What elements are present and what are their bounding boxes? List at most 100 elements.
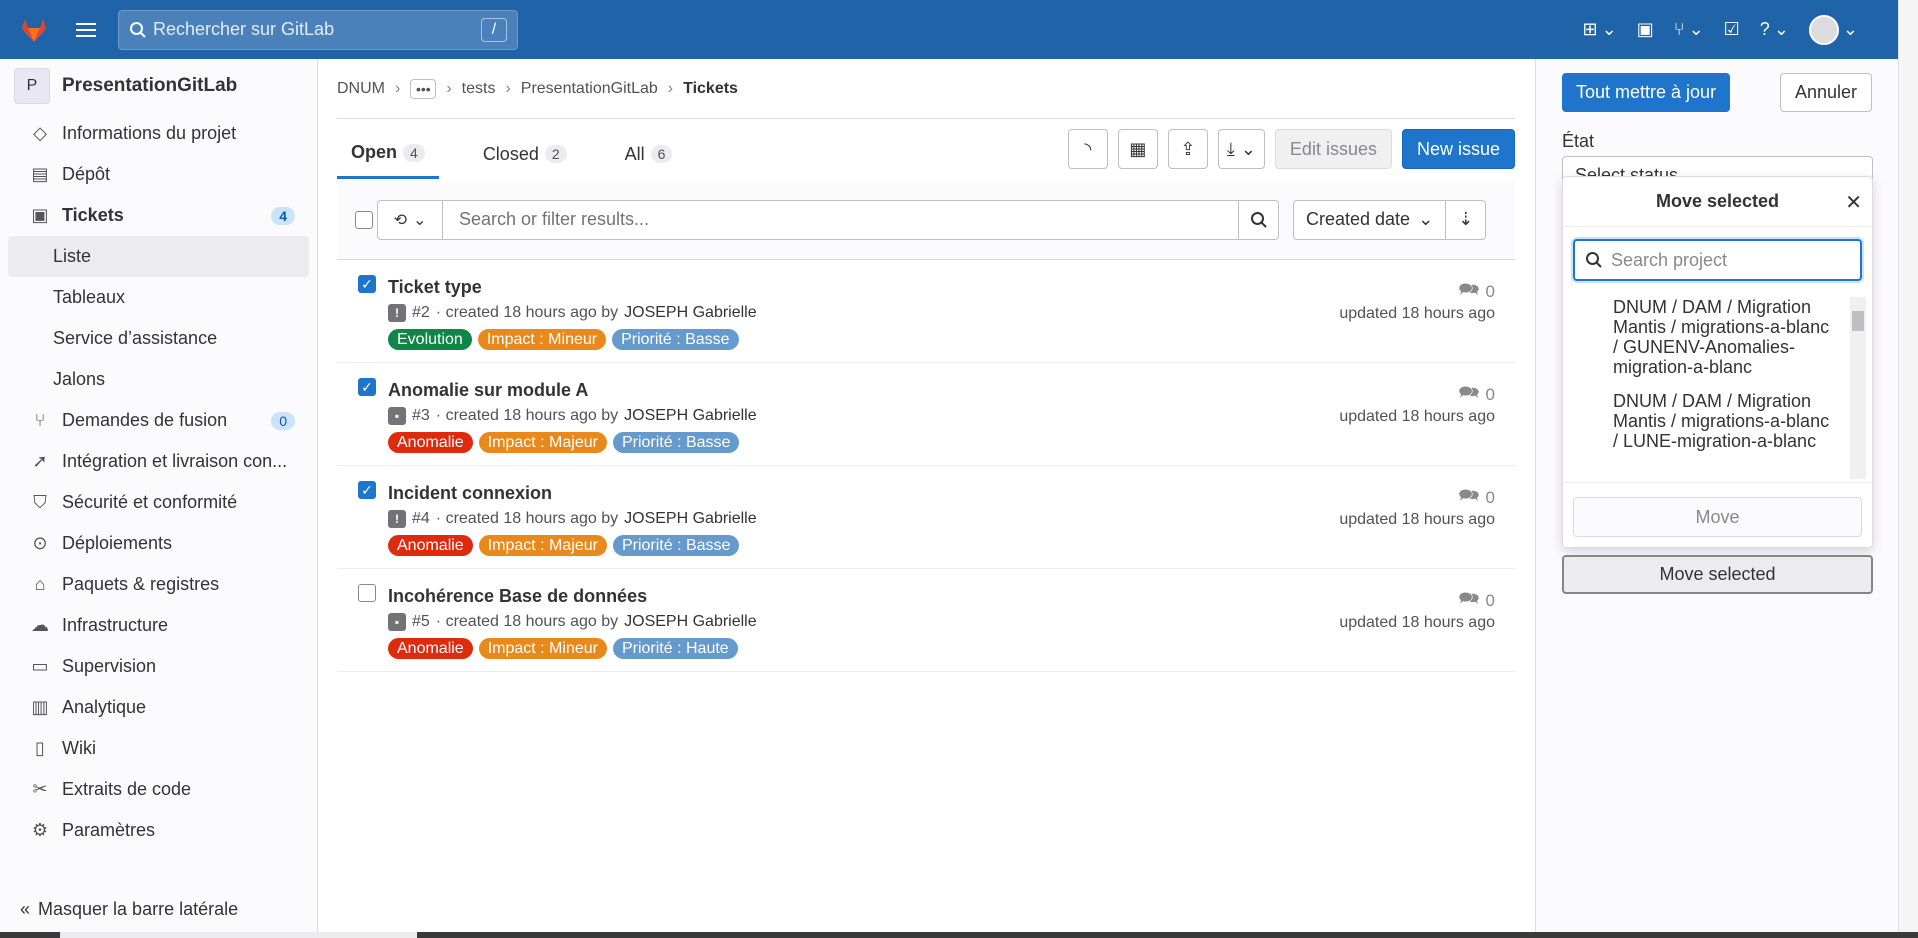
issue-author[interactable]: JOSEPH Gabrielle <box>624 613 757 631</box>
tab-closed[interactable]: Closed 2 <box>469 129 581 179</box>
sidebar-item-snippets[interactable]: ✂ Extraits de code <box>8 769 309 810</box>
gitlab-logo-icon[interactable] <box>20 16 48 44</box>
issue-checkbox[interactable]: ✓ <box>358 378 376 396</box>
issue-comments[interactable]: 🗪 0 <box>1458 586 1495 615</box>
label-badge[interactable]: Priorité : Basse <box>612 329 739 350</box>
project-list-scrollbar[interactable] <box>1850 297 1866 479</box>
recent-searches-button[interactable]: ⟲ ⌄ <box>377 199 443 240</box>
label-badge[interactable]: Impact : Mineur <box>478 638 607 659</box>
project-search-input[interactable]: Search project <box>1573 239 1862 281</box>
tab-all[interactable]: All 6 <box>611 129 687 179</box>
sidebar-item-wiki[interactable]: ▯ Wiki <box>8 728 309 769</box>
breadcrumb-ellipsis-button[interactable]: ••• <box>410 79 437 99</box>
issue-title[interactable]: Incohérence Base de données <box>388 586 647 607</box>
label-badge[interactable]: Anomalie <box>388 638 473 659</box>
sidebar-item-repository[interactable]: ▤ Dépôt <box>8 154 309 195</box>
sidebar-item-milestones[interactable]: Jalons <box>8 359 309 400</box>
issue-comments[interactable]: 🗪 0 <box>1458 277 1495 306</box>
sidebar-item-merge-requests[interactable]: ⑂ Demandes de fusion 0 <box>8 400 309 441</box>
label-badge[interactable]: Impact : Majeur <box>478 535 607 556</box>
project-header[interactable]: P PresentationGitLab <box>0 59 317 113</box>
tab-label: Closed <box>482 143 539 164</box>
export-dropdown-button[interactable]: ⤓ ⌄ <box>1217 129 1265 169</box>
calendar-button[interactable]: ▦ <box>1117 129 1158 169</box>
sidebar-item-monitor[interactable]: ▭ Supervision <box>8 646 309 687</box>
import-button[interactable]: ⇪ <box>1167 129 1208 169</box>
issue-updated: updated 18 hours ago <box>1339 305 1495 322</box>
sidebar-item-label: Demandes de fusion <box>62 410 228 430</box>
list-item[interactable]: DNUM / DAM / Migration Mantis / migratio… <box>1563 293 1872 387</box>
breadcrumb-item[interactable]: DNUM <box>337 80 385 98</box>
select-all-checkbox[interactable] <box>355 211 373 229</box>
issue-author[interactable]: JOSEPH Gabrielle <box>624 304 757 322</box>
sidebar-item-infrastructure[interactable]: ☁ Infrastructure <box>8 605 309 646</box>
label-badge[interactable]: Anomalie <box>388 535 473 556</box>
issue-comments[interactable]: 🗪 0 <box>1458 483 1495 512</box>
merge-requests-count-badge: 0 <box>271 411 295 430</box>
sidebar-item-label: Tableaux <box>53 287 126 307</box>
todos-nav-button[interactable]: ☑ <box>1724 19 1740 40</box>
tab-open[interactable]: Open 4 <box>337 129 439 179</box>
filter-search-button[interactable] <box>1239 199 1279 240</box>
menu-icon[interactable] <box>72 16 100 44</box>
issue-checkbox[interactable]: ✓ <box>358 275 376 293</box>
breadcrumb-current[interactable]: Tickets <box>683 80 738 98</box>
label-badge[interactable]: Priorité : Haute <box>612 638 738 659</box>
label-badge[interactable]: Priorité : Basse <box>612 535 740 556</box>
label-badge[interactable]: Priorité : Basse <box>612 432 740 453</box>
move-selected-button[interactable]: Move selected <box>1562 555 1873 594</box>
update-all-button[interactable]: Tout mettre à jour <box>1562 73 1731 112</box>
issue-title[interactable]: Anomalie sur module A <box>388 380 588 401</box>
edit-issues-button[interactable]: Edit issues <box>1274 129 1392 169</box>
rss-feed-button[interactable]: ◝ <box>1067 129 1108 169</box>
issue-title[interactable]: Incident connexion <box>388 483 552 504</box>
sidebar-item-boards[interactable]: Tableaux <box>8 277 309 318</box>
move-button[interactable]: Move <box>1573 497 1862 537</box>
help-button[interactable]: ? ⌄ <box>1760 19 1789 40</box>
settings-icon: ⚙ <box>31 820 49 840</box>
sidebar-item-security[interactable]: ⛉ Sécurité et conformité <box>8 482 309 523</box>
project-list: DNUM / DAM / Migration Mantis / migratio… <box>1563 293 1872 483</box>
label-badge[interactable]: Impact : Majeur <box>478 432 607 453</box>
issue-title[interactable]: Ticket type <box>388 277 482 298</box>
sidebar-item-settings[interactable]: ⚙ Paramètres <box>8 810 309 851</box>
sort-direction-button[interactable]: ⇣ <box>1446 199 1487 240</box>
calendar-icon: ▦ <box>1129 138 1147 159</box>
close-icon[interactable]: ✕ <box>1845 190 1862 215</box>
user-menu-button[interactable]: ⌄ <box>1808 14 1858 45</box>
page-scrollbar[interactable] <box>1898 0 1918 932</box>
sidebar-item-project-info[interactable]: ◇ Informations du projet <box>8 113 309 154</box>
create-new-button[interactable]: ⊞ ⌄ <box>1583 19 1617 40</box>
issue-author[interactable]: JOSEPH Gabrielle <box>624 407 757 425</box>
sidebar-item-list[interactable]: Liste <box>8 236 309 277</box>
merge-requests-nav-button[interactable]: ⑂ ⌄ <box>1674 19 1704 40</box>
filter-search-input[interactable]: Search or filter results... <box>443 199 1239 240</box>
tab-count-badge: 2 <box>544 145 567 163</box>
sidebar-item-analytics[interactable]: ▥ Analytique <box>8 687 309 728</box>
issue-checkbox[interactable]: ✓ <box>358 481 376 499</box>
sidebar-item-deployments[interactable]: ⊙ Déploiements <box>8 523 309 564</box>
scrollbar-thumb[interactable] <box>1852 311 1864 331</box>
label-badge[interactable]: Anomalie <box>388 432 473 453</box>
sidebar-item-issues[interactable]: ▣ Tickets 4 <box>8 195 309 236</box>
issues-nav-button[interactable]: ▣ <box>1637 19 1654 40</box>
label-badge[interactable]: Impact : Mineur <box>477 329 607 350</box>
main-content: DNUM › ••• › tests › PresentationGitLab … <box>319 59 1535 932</box>
sort-dropdown-button[interactable]: Created date ⌄ <box>1293 199 1447 240</box>
sidebar-item-ci-cd[interactable]: ➚ Intégration et livraison con... <box>8 441 309 482</box>
divider <box>337 118 1515 119</box>
collapse-sidebar-button[interactable]: « Masquer la barre latérale <box>20 899 238 920</box>
breadcrumb-item[interactable]: PresentationGitLab <box>521 80 658 98</box>
list-item[interactable]: DNUM / DAM / Migration Mantis / migratio… <box>1563 387 1872 461</box>
cancel-button[interactable]: Annuler <box>1779 73 1872 112</box>
sidebar-item-service-desk[interactable]: Service d’assistance <box>8 318 309 359</box>
issue-author[interactable]: JOSEPH Gabrielle <box>624 510 757 528</box>
sidebar-item-packages[interactable]: ⌂ Paquets & registres <box>8 564 309 605</box>
global-search-input[interactable]: Rechercher sur GitLab / <box>118 9 518 50</box>
new-issue-button[interactable]: New issue <box>1401 129 1515 169</box>
issue-checkbox[interactable] <box>358 584 376 602</box>
tab-label: Open <box>351 142 398 162</box>
breadcrumb-item[interactable]: tests <box>462 80 496 98</box>
label-badge[interactable]: Evolution <box>388 329 472 350</box>
issue-comments[interactable]: 🗪 0 <box>1458 380 1495 409</box>
